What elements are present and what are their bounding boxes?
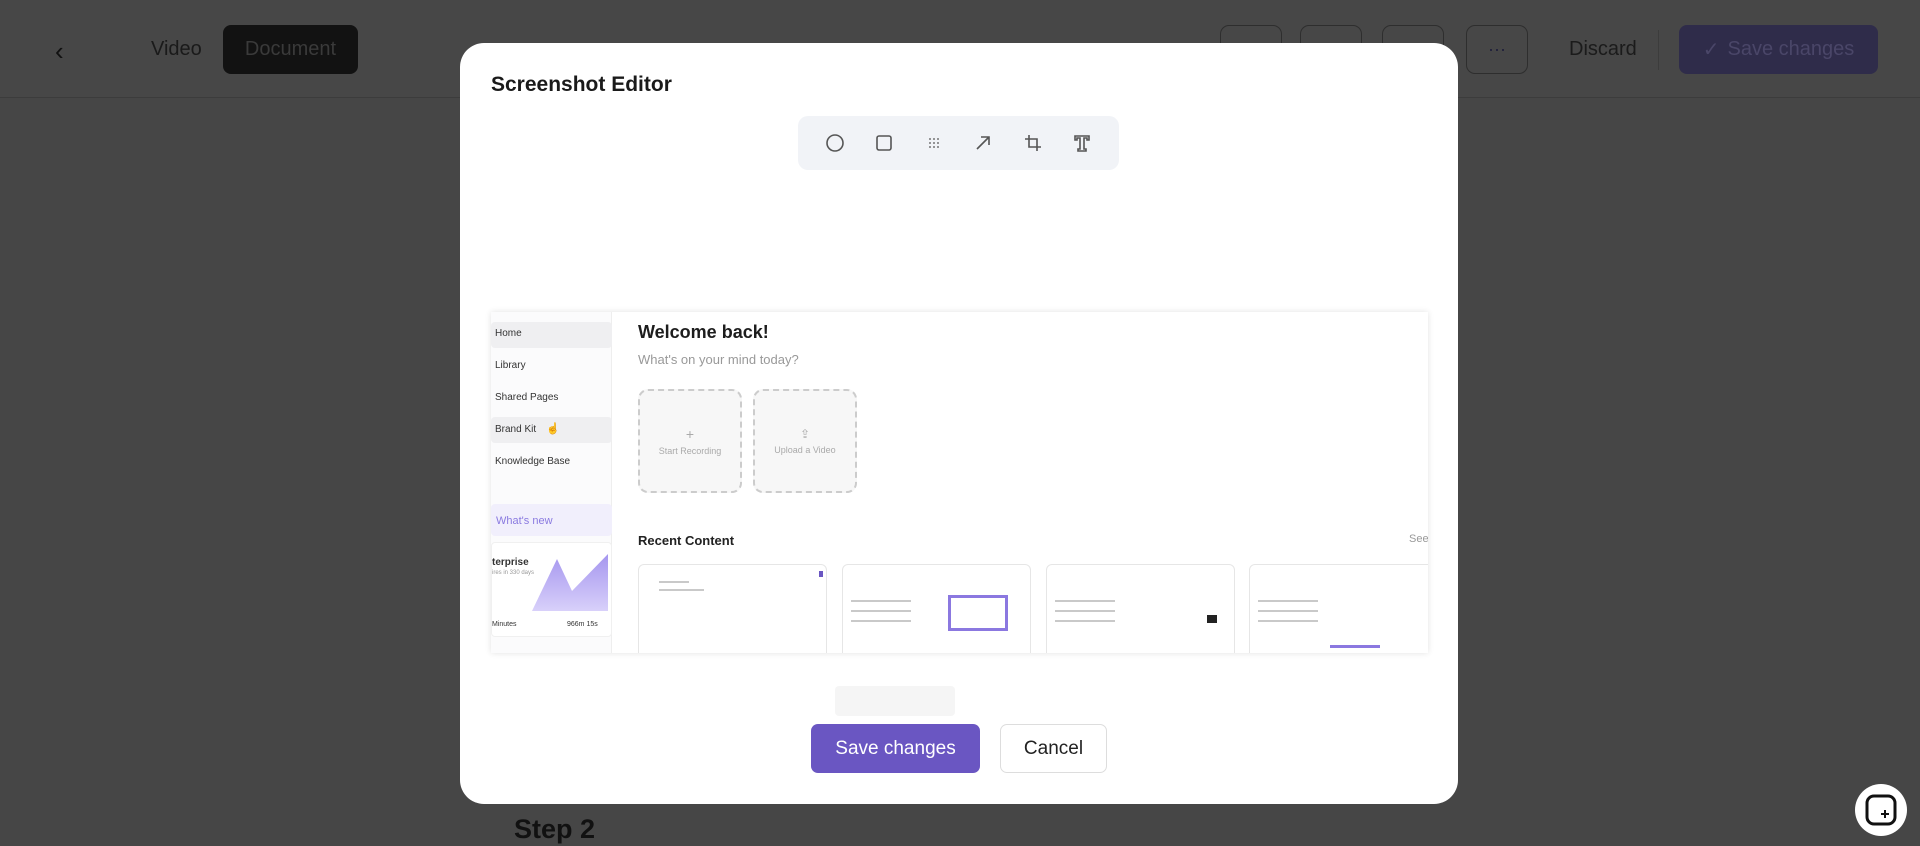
more-button[interactable]: ···: [1466, 25, 1528, 74]
add-square-icon: [1865, 794, 1897, 826]
cancel-button[interactable]: Cancel: [1000, 724, 1107, 773]
start-recording-card: + Start Recording: [638, 389, 742, 493]
plan-card: terprise ires in 330 days Minutes 966m 1…: [491, 542, 612, 637]
recent-thumbnail: [638, 564, 827, 653]
screenshot-editor-modal: Screenshot Editor Home Library Shared Pa…: [460, 43, 1458, 804]
plan-sub: ires in 330 days: [492, 570, 535, 576]
arrow-tool-icon[interactable]: [967, 127, 999, 159]
recent-thumbnail: [1249, 564, 1428, 653]
preview-sidebar: Home Library Shared Pages Brand Kit ☝ Kn…: [491, 312, 612, 653]
discard-button[interactable]: Discard: [1569, 38, 1637, 61]
back-button[interactable]: ‹: [55, 36, 64, 67]
circle-tool-icon[interactable]: [819, 127, 851, 159]
preview-nav-item: Shared Pages: [495, 392, 559, 403]
screenshot-preview[interactable]: Home Library Shared Pages Brand Kit ☝ Kn…: [491, 312, 1428, 653]
check-icon: ✓: [1702, 39, 1720, 61]
save-changes-button[interactable]: Save changes: [811, 724, 980, 773]
usage-chart: [532, 554, 608, 611]
tab-video[interactable]: Video: [151, 38, 202, 61]
divider: [1658, 30, 1659, 70]
minutes-value: 966m 15s: [567, 621, 598, 628]
hand-cursor-icon: ☝: [546, 423, 560, 435]
preview-nav-item: Brand Kit: [495, 424, 537, 435]
whats-new-label: What's new: [496, 515, 553, 527]
blur-tool-icon[interactable]: [918, 127, 950, 159]
text-tool-icon[interactable]: [1066, 127, 1098, 159]
annotation-toolbar: [798, 116, 1119, 170]
crop-tool-icon[interactable]: [1017, 127, 1049, 159]
recent-content-heading: Recent Content: [638, 533, 735, 548]
plus-icon: +: [685, 426, 695, 442]
add-widget-button[interactable]: [1855, 784, 1907, 836]
recent-thumbnail: [842, 564, 1031, 653]
tab-document[interactable]: Document: [223, 25, 358, 74]
upload-video-card: ⇪ Upload a Video: [753, 389, 857, 493]
step-heading: Step 2: [514, 814, 596, 844]
minutes-label: Minutes: [492, 621, 517, 628]
modal-title: Screenshot Editor: [491, 73, 672, 96]
preview-nav-item: Knowledge Base: [495, 456, 571, 467]
start-recording-label: Start Recording: [658, 446, 722, 456]
save-label: Save changes: [1727, 38, 1855, 60]
rectangle-tool-icon[interactable]: [868, 127, 900, 159]
placeholder-block: [835, 686, 955, 716]
see-all-link: See: [1409, 533, 1428, 545]
recent-thumbnail: [1046, 564, 1235, 653]
save-changes-top-button[interactable]: ✓ Save changes: [1679, 25, 1878, 74]
upload-icon: ⇪: [799, 427, 811, 441]
preview-welcome: Welcome back!: [638, 322, 769, 342]
upload-video-label: Upload a Video: [774, 445, 836, 455]
preview-subtitle: What's on your mind today?: [638, 352, 799, 367]
plan-name: terprise: [492, 557, 529, 568]
preview-nav-item: Library: [495, 360, 526, 371]
preview-nav-item: Home: [495, 328, 522, 339]
